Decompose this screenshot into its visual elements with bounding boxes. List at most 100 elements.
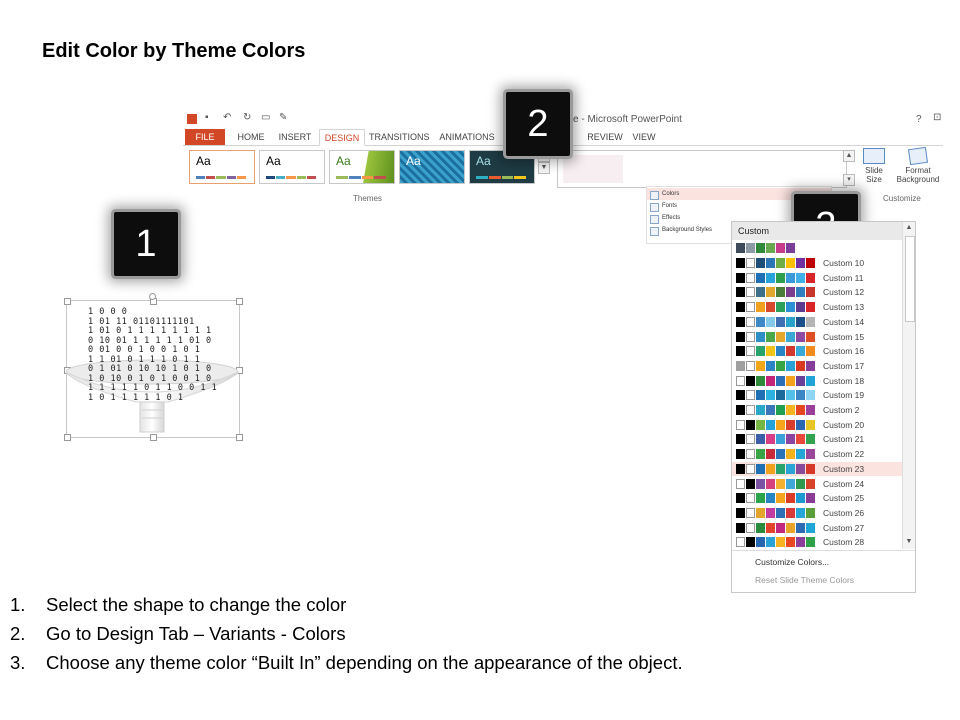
color-scheme-row[interactable]: Custom 27 [732,521,902,536]
color-scheme-name: Custom 25 [823,493,865,504]
theme-sample-text: Aa [196,154,211,168]
variant-thumbnail[interactable] [563,155,623,183]
tab-transitions[interactable]: TRANSITIONS [369,129,430,145]
color-swatch [776,507,785,518]
color-scheme-row[interactable]: Custom 12 [732,285,902,300]
help-icon[interactable]: ? [916,114,922,125]
color-swatch [766,331,775,342]
color-swatch [766,478,775,489]
color-scheme-row[interactable]: Custom 2 [732,403,902,418]
color-swatch [776,302,785,313]
color-scheme-row[interactable]: Custom 15 [732,330,902,345]
color-swatch [736,522,745,533]
color-scheme-row[interactable]: Custom 17 [732,359,902,374]
color-swatch [796,302,805,313]
tab-home[interactable]: HOME [231,129,271,145]
color-scheme-row[interactable]: Custom 21 [732,432,902,447]
variants-more-icon[interactable]: ▾ [843,174,855,186]
theme-thumbnail-office[interactable]: Aa [189,150,255,184]
color-swatch [786,507,795,518]
ribbon-display-icon[interactable]: ⊡ [933,112,941,123]
color-scheme-row[interactable]: Custom 26 [732,506,902,521]
color-swatch [806,434,815,445]
color-swatch [756,449,765,460]
color-scheme-row[interactable]: Custom 25 [732,491,902,506]
color-swatch [746,478,755,489]
color-scheme-row[interactable]: Custom 14 [732,315,902,330]
color-swatch [776,434,785,445]
color-scheme-row[interactable]: Custom 16 [732,344,902,359]
color-scheme-row[interactable]: Custom 22 [732,447,902,462]
format-background-button[interactable]: Format Background [893,146,943,184]
color-swatch [736,419,745,430]
format-painter-icon[interactable]: ✎ [279,112,287,123]
menu-item-label: Background Styles [662,227,713,233]
color-scheme-row[interactable]: Custom 19 [732,388,902,403]
color-scheme-row[interactable]: Custom 24 [732,477,902,492]
variants-gallery[interactable] [557,150,847,188]
color-swatch [746,405,755,415]
undo-icon[interactable]: ↶ [223,112,231,123]
color-scheme-row[interactable]: Custom 28 [732,535,902,550]
theme-thumbnail-4[interactable]: Aa [399,150,465,184]
tab-animations[interactable]: ANIMATIONS [435,129,499,145]
color-row-partial[interactable] [732,241,902,256]
color-swatch [736,434,745,445]
color-swatch [746,272,755,283]
variants-scroll-up-icon[interactable]: ▲ [843,150,855,162]
color-swatch [786,419,795,430]
color-swatch [756,522,765,533]
tab-view[interactable]: VIEW [629,129,659,145]
color-swatch [796,272,805,283]
color-scheme-row[interactable]: Custom 23 [732,461,902,477]
slide-size-button[interactable]: Slide Size [857,148,891,184]
theme-sample-text: Aa [336,154,351,168]
color-swatch [756,390,765,401]
color-scheme-row[interactable]: Custom 11 [732,271,902,286]
color-scheme-row[interactable]: Custom 13 [732,300,902,315]
scroll-down-icon[interactable]: ▼ [904,537,914,547]
menu-item-label: Fonts [662,203,678,209]
color-swatch [766,302,775,313]
color-swatch [796,346,805,357]
color-scheme-name: Custom 15 [823,331,865,342]
scroll-thumb[interactable] [905,236,915,322]
themes-scroll-down-icon[interactable]: ▼ [538,162,550,174]
theme-thumbnail-2[interactable]: Aa [259,150,325,184]
color-scheme-row[interactable]: Custom 18 [732,374,902,389]
color-swatch [786,302,795,313]
color-swatch [806,493,815,504]
color-swatch [806,316,815,327]
color-swatch [736,258,745,268]
binary-line: 1 0 1 1 1 1 1 0 1 [88,392,184,403]
colors-scrollbar[interactable]: ▲ ▼ [902,222,915,549]
step-number: 3. [10,652,26,673]
tab-review[interactable]: REVIEW [585,129,625,145]
theme-sample-text: Aa [476,154,491,168]
rotate-handle[interactable] [149,293,156,300]
tab-file[interactable]: FILE [185,129,225,145]
reset-theme-colors-link[interactable]: Reset Slide Theme Colors [755,575,854,585]
redo-icon[interactable]: ↻ [243,112,251,123]
slide-size-label: Slide Size [865,166,883,184]
color-scheme-row[interactable]: Custom 10 [732,256,902,271]
color-swatch [756,405,765,415]
color-swatch [776,258,785,268]
color-swatch [746,302,755,313]
tab-design[interactable]: DESIGN [319,129,365,146]
customize-colors-link[interactable]: Customize Colors... [755,557,829,567]
color-swatch [756,331,765,342]
color-swatch [776,522,785,533]
theme-thumbnail-3[interactable]: Aa [329,150,395,184]
color-scheme-row[interactable]: Custom 20 [732,418,902,433]
presenter-icon[interactable]: ▭ [261,112,270,123]
save-icon[interactable]: ▪ [205,112,209,123]
tab-insert[interactable]: INSERT [275,129,315,145]
scroll-up-icon[interactable]: ▲ [904,223,914,233]
theme-sample-text: Aa [406,154,421,168]
color-swatch [736,537,745,548]
customize-group-label: Customize [883,194,921,203]
color-swatch [756,346,765,357]
color-scheme-name: Custom 26 [823,507,865,518]
colors-dropdown-footer: Customize Colors... Reset Slide Theme Co… [732,550,915,593]
